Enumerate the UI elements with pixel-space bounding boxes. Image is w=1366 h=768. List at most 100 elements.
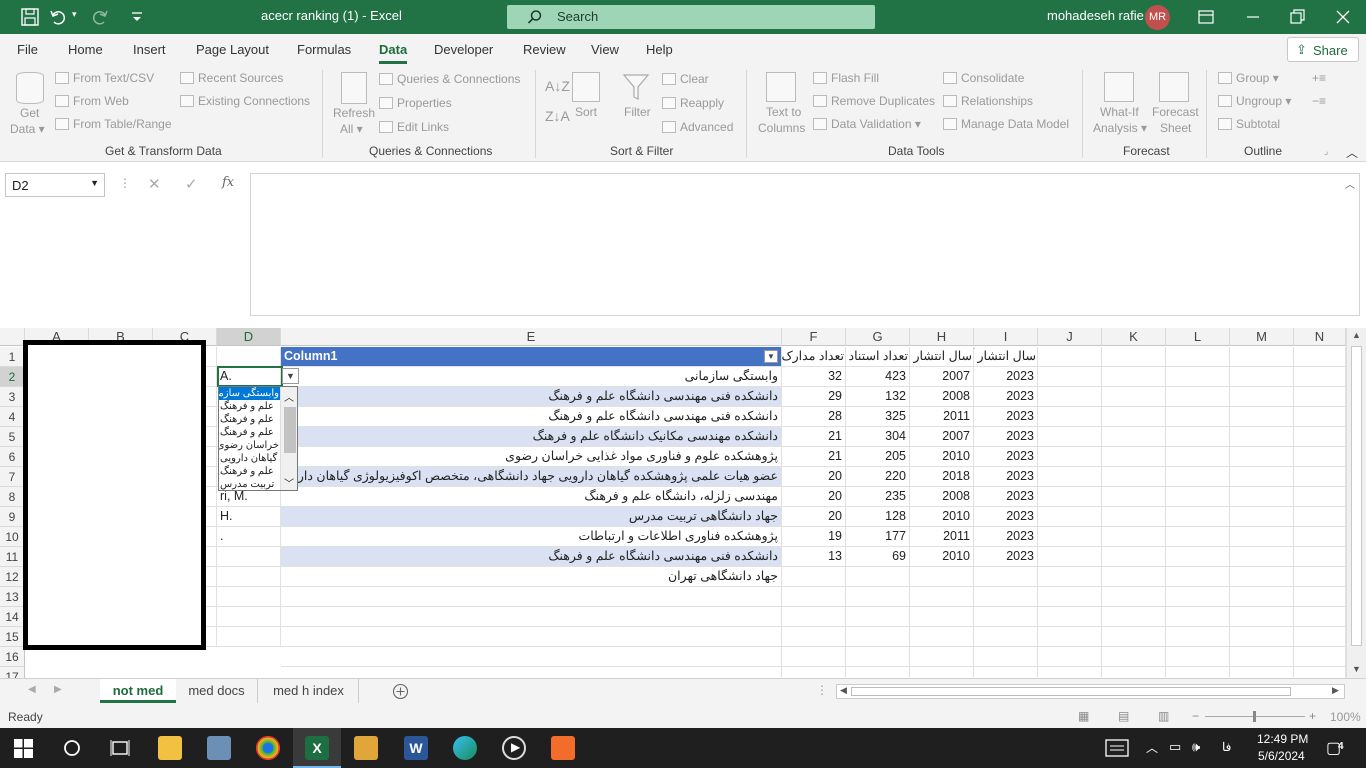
cell-empty[interactable]	[1230, 407, 1294, 427]
manage-data-model-button[interactable]: Manage Data Model	[943, 117, 1069, 131]
cell-empty[interactable]	[1166, 347, 1230, 367]
relationships-button[interactable]: Relationships	[943, 94, 1033, 108]
cell-empty[interactable]	[910, 627, 974, 647]
get-data-label-2[interactable]: Data ▾	[10, 122, 45, 136]
table-header[interactable]: سال انتشار اولین	[910, 347, 974, 367]
cell-empty[interactable]	[1102, 487, 1166, 507]
dialog-launcher-icon[interactable]: ⌟	[1324, 146, 1328, 157]
horizontal-scroll-thumb[interactable]	[851, 687, 1291, 696]
cell-empty[interactable]	[782, 567, 846, 587]
row-header[interactable]: 2	[0, 367, 25, 387]
sheet-tab-med-h-index[interactable]: med h index	[259, 679, 359, 703]
cell-empty[interactable]	[910, 647, 974, 667]
cell-number[interactable]: 2023	[974, 467, 1038, 487]
group-button[interactable]: Group ▾	[1218, 71, 1279, 85]
cell-e[interactable]: پژوهشکده فناوری اطلاعات و ارتباطات	[281, 527, 782, 547]
share-button[interactable]: ⇪ Share	[1287, 37, 1359, 62]
cell-number[interactable]: 2023	[974, 387, 1038, 407]
cell-number[interactable]: 20	[782, 487, 846, 507]
cell-empty[interactable]	[1166, 447, 1230, 467]
cell-empty[interactable]	[782, 587, 846, 607]
name-box[interactable]: D2 ▼	[5, 173, 105, 197]
validation-dropdown-list[interactable]: وابستگی سازمانیعلم و فرهنگعلم و فرهنگعلم…	[218, 386, 298, 491]
cell-empty[interactable]	[1294, 607, 1346, 627]
cell-empty[interactable]	[1230, 367, 1294, 387]
pdf-app-icon[interactable]	[551, 736, 575, 760]
media-player-icon[interactable]: ▶	[502, 736, 526, 760]
cell-empty[interactable]	[1166, 387, 1230, 407]
network-icon[interactable]: ▭	[1169, 739, 1181, 755]
customize-toolbar-icon[interactable]	[127, 7, 147, 27]
cell-empty[interactable]	[1294, 487, 1346, 507]
cell-number[interactable]: 2011	[910, 407, 974, 427]
search-box[interactable]: Search	[507, 5, 875, 29]
row-header[interactable]: 12	[0, 567, 25, 587]
reapply-button[interactable]: Reapply	[662, 96, 724, 110]
row-header[interactable]: 1	[0, 347, 25, 367]
queries-connections-button[interactable]: Queries & Connections	[379, 72, 520, 86]
cell-empty[interactable]	[1102, 547, 1166, 567]
cell-number[interactable]: 13	[782, 547, 846, 567]
undo-dropdown-icon[interactable]: ▾	[72, 9, 77, 20]
validation-dropdown-button[interactable]: ▼	[282, 368, 299, 384]
row-header[interactable]: 16	[0, 647, 25, 667]
cell-empty[interactable]	[974, 667, 1038, 678]
cell-empty[interactable]	[281, 607, 782, 627]
cell-empty[interactable]	[1102, 367, 1166, 387]
cell-empty[interactable]	[1166, 467, 1230, 487]
column-header-n[interactable]: N	[1294, 328, 1346, 346]
column-header-f[interactable]: F	[782, 328, 846, 346]
sheet-tab-not-med[interactable]: not med	[100, 679, 176, 703]
tab-insert[interactable]: Insert	[133, 42, 166, 57]
clear-button[interactable]: Clear	[662, 72, 709, 86]
cell-number[interactable]: 423	[846, 367, 910, 387]
enter-icon[interactable]: ✓	[185, 175, 198, 193]
zoom-out-icon[interactable]: −	[1192, 709, 1199, 723]
select-all-corner[interactable]	[0, 328, 25, 346]
cell-empty[interactable]	[1102, 467, 1166, 487]
word-icon[interactable]: W	[404, 736, 428, 760]
cell-empty[interactable]	[1230, 467, 1294, 487]
cell-number[interactable]: 28	[782, 407, 846, 427]
cell-d[interactable]	[217, 587, 281, 607]
tab-data[interactable]: Data	[379, 42, 408, 64]
cell-number[interactable]: 29	[782, 387, 846, 407]
cell-d[interactable]	[217, 567, 281, 587]
cell-number[interactable]: 132	[846, 387, 910, 407]
recent-sources-button[interactable]: Recent Sources	[180, 71, 283, 85]
cell-empty[interactable]	[1294, 647, 1346, 667]
save-icon[interactable]	[20, 7, 40, 27]
properties-button[interactable]: Properties	[379, 96, 452, 110]
cell-empty[interactable]	[782, 627, 846, 647]
cell-empty[interactable]	[910, 567, 974, 587]
cell-empty[interactable]	[1294, 507, 1346, 527]
cell-e[interactable]: دانشکده فنی مهندسی دانشگاه علم و فرهنگ	[281, 547, 782, 567]
refresh-all-label-1[interactable]: Refresh	[333, 106, 375, 120]
tab-help[interactable]: Help	[646, 42, 673, 57]
cell-empty[interactable]	[974, 587, 1038, 607]
cell-number[interactable]: 2007	[910, 367, 974, 387]
column-header-j[interactable]: J	[1038, 328, 1102, 346]
cell-empty[interactable]	[1230, 667, 1294, 678]
cell-empty[interactable]	[281, 667, 782, 678]
from-web-button[interactable]: From Web	[55, 94, 129, 108]
cell-empty[interactable]	[1230, 347, 1294, 367]
cell-empty[interactable]	[1230, 567, 1294, 587]
subtotal-button[interactable]: Subtotal	[1218, 117, 1280, 131]
cell-number[interactable]: 2007	[910, 427, 974, 447]
sort-za-icon[interactable]: Z↓A	[545, 108, 570, 124]
cell-d[interactable]	[217, 627, 281, 647]
cell-empty[interactable]	[846, 647, 910, 667]
cell-empty[interactable]	[1294, 447, 1346, 467]
cell-number[interactable]: 2010	[910, 507, 974, 527]
row-header[interactable]: 4	[0, 407, 25, 427]
column-header-d[interactable]: D	[217, 328, 281, 346]
cell-d[interactable]: .	[217, 527, 281, 547]
existing-connections-button[interactable]: Existing Connections	[180, 94, 310, 108]
cell-empty[interactable]	[1166, 567, 1230, 587]
cell-empty[interactable]	[1102, 627, 1166, 647]
edge-icon[interactable]	[453, 736, 477, 760]
cell-number[interactable]: 304	[846, 427, 910, 447]
cell-empty[interactable]	[1102, 647, 1166, 667]
cancel-icon[interactable]: ✕	[148, 175, 161, 193]
